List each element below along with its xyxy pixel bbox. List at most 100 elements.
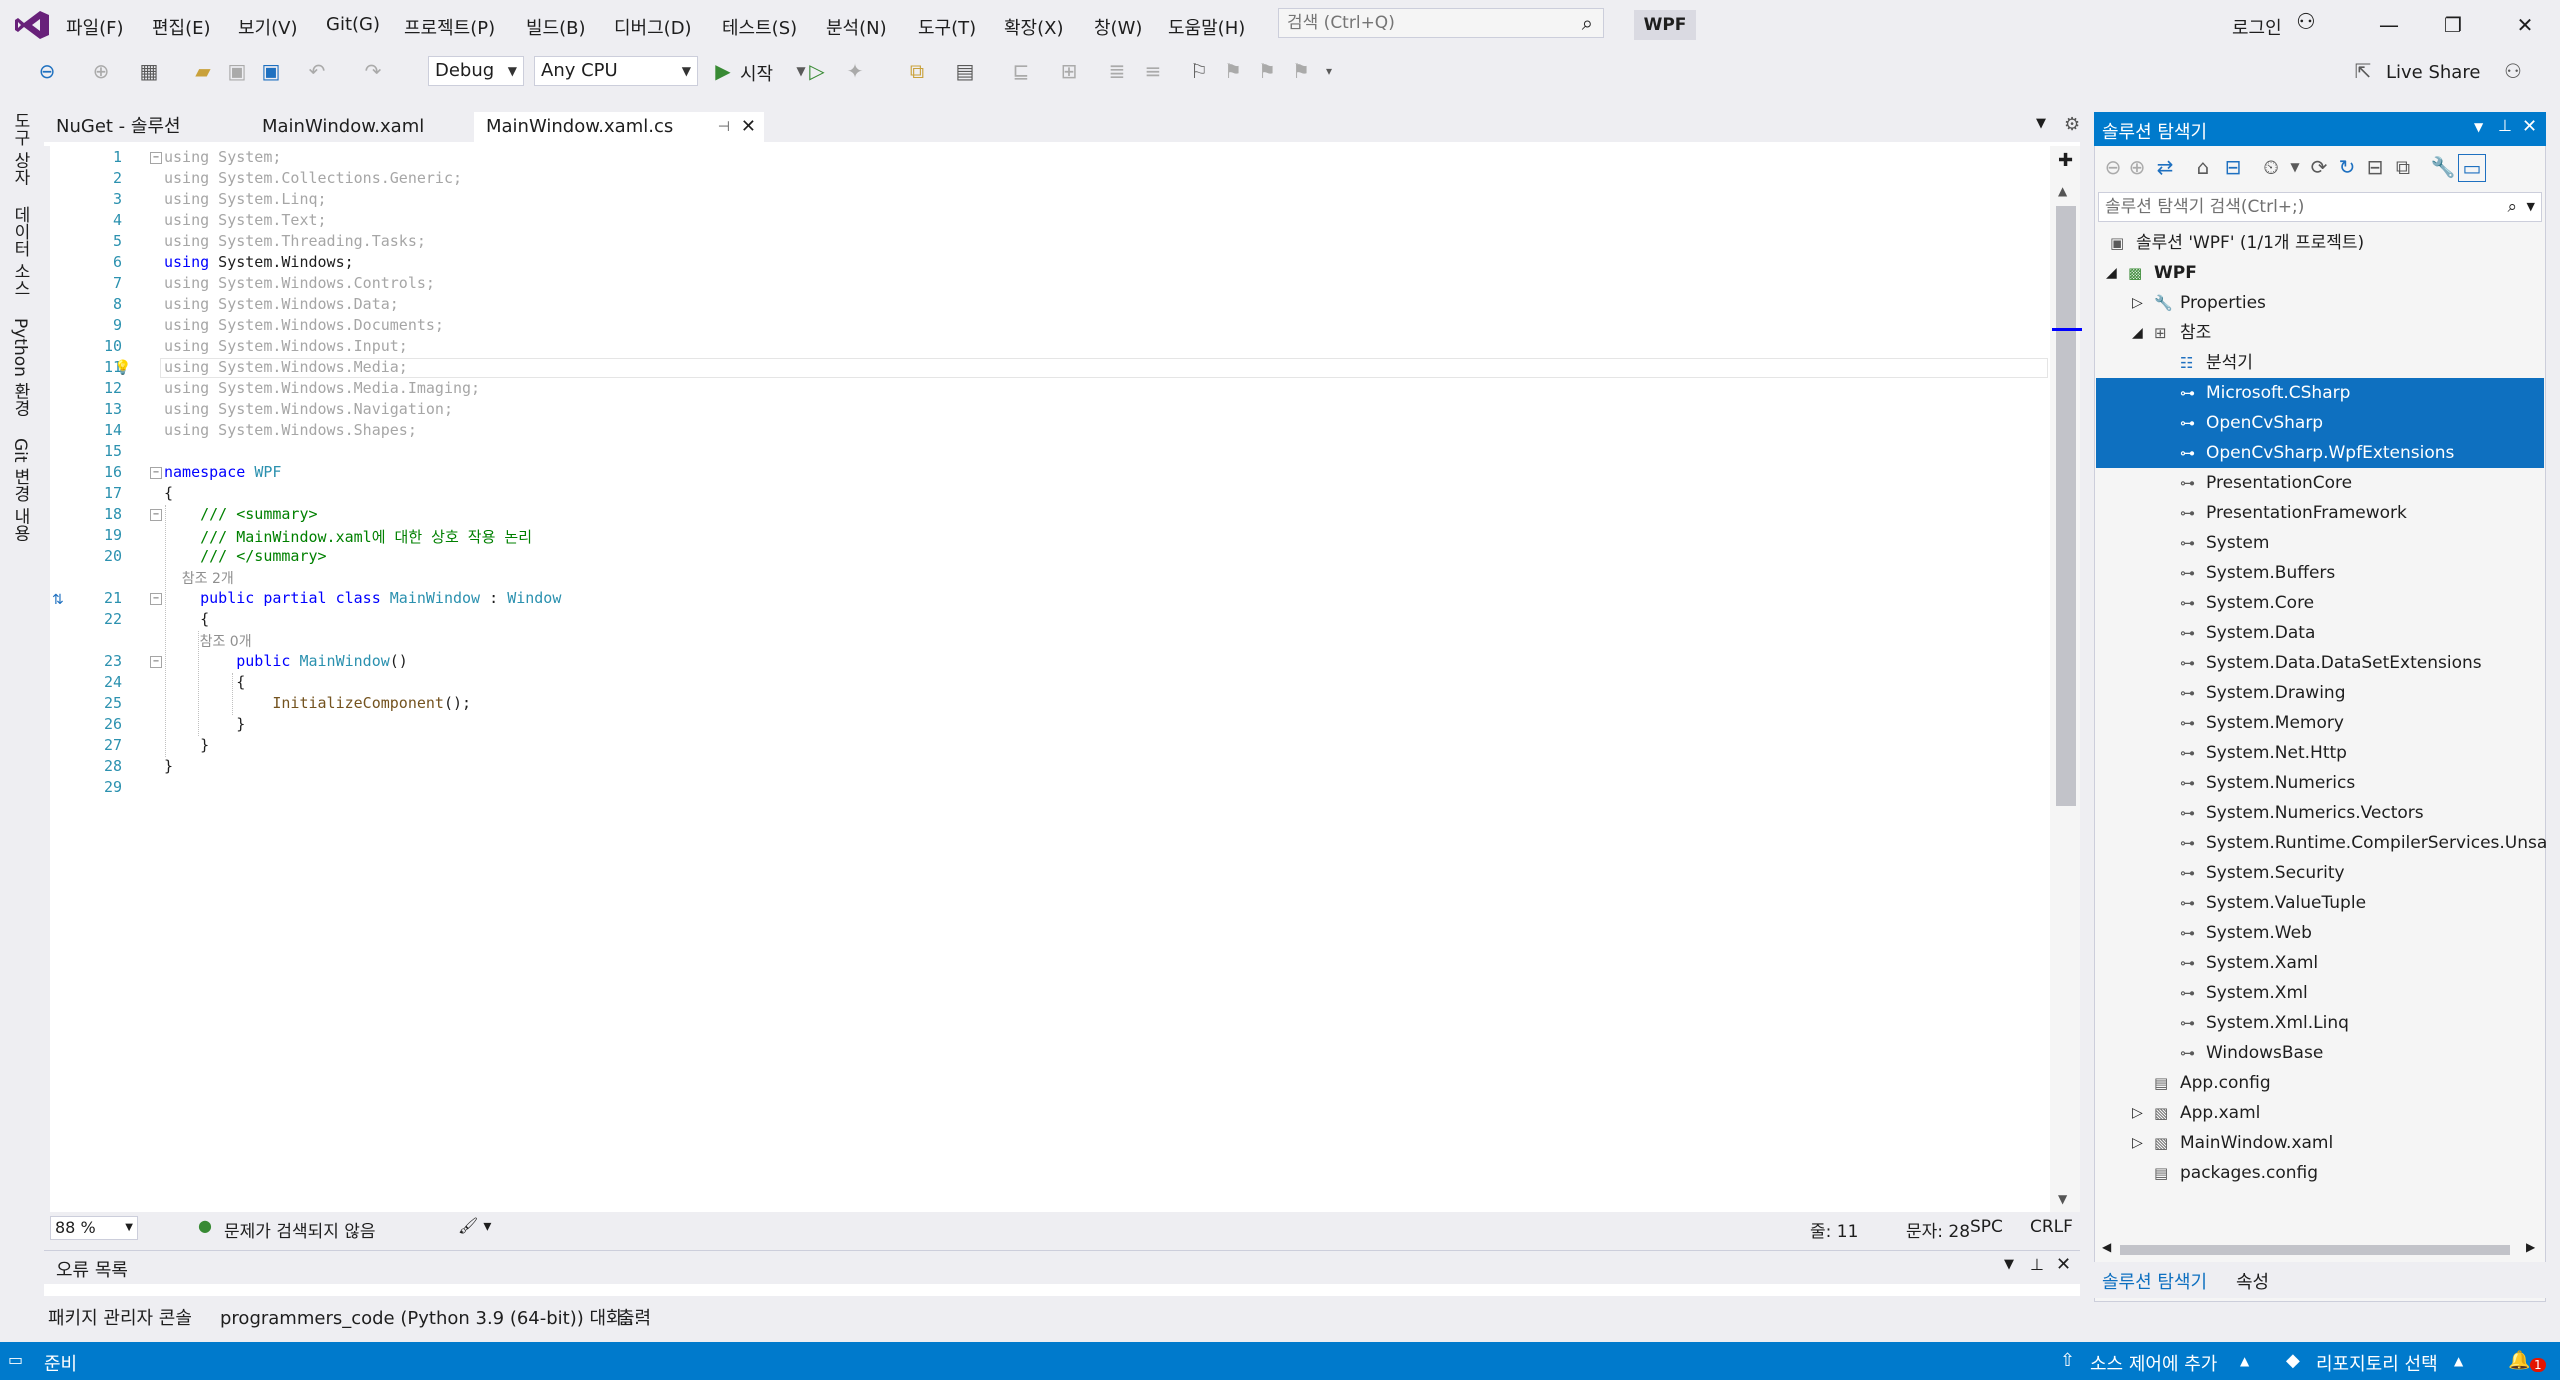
hot-reload-icon[interactable]: ✦ <box>842 58 868 84</box>
start-without-debugging-icon[interactable]: ▷ <box>804 58 830 84</box>
tree-item[interactable]: ⊶ System.Core <box>2096 588 2544 618</box>
menu-item[interactable]: 디버그(D) <box>614 14 692 40</box>
back-icon[interactable]: ⊖ <box>2100 154 2126 180</box>
collapse-arrow-icon[interactable]: ◢ <box>2132 318 2143 348</box>
implementation-glyph-icon[interactable]: ⇅ <box>52 592 64 608</box>
fold-toggle-icon[interactable]: − <box>150 152 162 164</box>
menu-item[interactable]: 분석(N) <box>826 14 887 40</box>
scroll-left-icon[interactable]: ◀ <box>2102 1240 2111 1254</box>
tree-item[interactable]: ⊶ OpenCvSharp <box>2096 408 2544 438</box>
lightbulb-icon[interactable]: 💡 <box>114 360 131 376</box>
pending-changes-filter-icon[interactable]: ⏲ <box>2258 154 2284 180</box>
preview-selected-icon[interactable]: ▭ <box>2458 154 2486 182</box>
tree-item[interactable]: ⊶ PresentationCore <box>2096 468 2544 498</box>
clear-bookmarks-icon[interactable]: ⚑ <box>1288 58 1314 84</box>
git-changes-tab[interactable]: Git 변경 내용 <box>8 438 33 541</box>
data-sources-tab[interactable]: 데이터 소스 <box>8 206 33 296</box>
collapse-arrow-icon[interactable]: ◢ <box>2106 258 2117 288</box>
tree-item[interactable]: ▣ 솔루션 'WPF' (1/1개 프로젝트) <box>2096 228 2544 258</box>
issues-status[interactable]: 문제가 검색되지 않음 <box>224 1217 376 1242</box>
layout-icon[interactable]: ▤ <box>952 58 978 84</box>
expand-arrow-icon[interactable]: ▷ <box>2132 288 2143 318</box>
chevron-down-icon[interactable]: ▼ <box>2527 193 2535 221</box>
fold-toggle-icon[interactable]: − <box>150 467 162 479</box>
settings-gear-icon[interactable]: ⚙ <box>2064 114 2080 135</box>
tree-item[interactable]: ⊶ System.Data.DataSetExtensions <box>2096 648 2544 678</box>
navigate-back-icon[interactable]: ⊖ <box>34 58 60 84</box>
menu-item[interactable]: 확장(X) <box>1004 14 1064 40</box>
menu-item[interactable]: 테스트(S) <box>722 14 797 40</box>
expand-arrow-icon[interactable]: ▷ <box>2132 1098 2143 1128</box>
whitespace-status[interactable]: SPC <box>1970 1217 2003 1237</box>
tree-item[interactable]: ⊶ System.Xml <box>2096 978 2544 1008</box>
forward-icon[interactable]: ⊕ <box>2124 154 2150 180</box>
code-cleanup-icon[interactable]: 🖌 ▾ <box>458 1216 491 1235</box>
tab-output[interactable]: 출력 <box>618 1304 651 1330</box>
search-input[interactable] <box>1279 9 1559 37</box>
toolbox-tab[interactable]: 도구 상자 <box>8 112 33 185</box>
redo-icon[interactable]: ↷ <box>360 58 386 84</box>
tree-item[interactable]: ⊶ System.Memory <box>2096 708 2544 738</box>
previous-bookmark-icon[interactable]: ⚑ <box>1220 58 1246 84</box>
fold-toggle-icon[interactable]: − <box>150 509 162 521</box>
bookmark-icon[interactable]: ⚐ <box>1186 58 1212 84</box>
switch-views-icon[interactable]: ⊟ <box>2220 154 2246 180</box>
next-bookmark-icon[interactable]: ⚑ <box>1254 58 1280 84</box>
tree-item[interactable]: ⊶ System.Web <box>2096 918 2544 948</box>
fold-toggle-icon[interactable]: − <box>150 593 162 605</box>
live-share-icon[interactable]: ⇱ <box>2350 58 2376 84</box>
solution-platform-dropdown[interactable]: Any CPU ▼ <box>534 56 698 86</box>
line-ending-status[interactable]: CRLF <box>2030 1217 2073 1237</box>
save-icon[interactable]: ▣ <box>224 58 250 84</box>
scroll-down-icon[interactable]: ▼ <box>2058 1192 2067 1206</box>
tab-list-dropdown-icon[interactable]: ▼ <box>2036 116 2046 131</box>
solution-explorer-horizontal-scrollbar[interactable]: ◀ ▶ <box>2098 1236 2542 1262</box>
tree-item[interactable]: ⊶ OpenCvSharp.WpfExtensions <box>2096 438 2544 468</box>
zoom-dropdown[interactable]: 88 % ▼ <box>50 1216 138 1240</box>
tab-package-manager-console[interactable]: 패키지 관리자 콘솔 <box>48 1304 192 1330</box>
menu-item[interactable]: 파일(F) <box>66 14 124 40</box>
tree-item[interactable]: ◢ ▩ WPF <box>2096 258 2544 288</box>
comment-icon[interactable]: ≣ <box>1104 58 1130 84</box>
tree-item[interactable]: ⊶ System <box>2096 528 2544 558</box>
tab-mainwindow-xaml[interactable]: MainWindow.xaml <box>250 112 436 142</box>
expand-arrow-icon[interactable]: ▷ <box>2132 1128 2143 1158</box>
tree-item[interactable]: ⊶ WindowsBase <box>2096 1038 2544 1068</box>
tab-properties[interactable]: 속성 <box>2236 1268 2269 1294</box>
menu-item[interactable]: Git(G) <box>326 14 380 35</box>
column-status[interactable]: 문자: 28 <box>1906 1217 1970 1242</box>
tree-item[interactable]: ⊶ System.Numerics.Vectors <box>2096 798 2544 828</box>
start-debugging-icon[interactable]: ▶ <box>710 58 736 84</box>
tab-nuget-solution[interactable]: NuGet - 솔루션 <box>44 112 193 142</box>
chevron-down-icon[interactable]: ▼ <box>2474 120 2483 134</box>
tree-item[interactable]: ⊶ System.Runtime.CompilerServices.Unsa <box>2096 828 2547 858</box>
tree-item[interactable]: ⊶ System.ValueTuple <box>2096 888 2544 918</box>
sync-icon[interactable]: ↻ <box>2334 154 2360 180</box>
pin-icon[interactable]: ⊥ <box>2498 116 2512 135</box>
menu-item[interactable]: 빌드(B) <box>526 14 586 40</box>
menu-item[interactable]: 창(W) <box>1094 14 1142 40</box>
login-link[interactable]: 로그인 <box>2232 14 2282 40</box>
tree-item[interactable]: ▤ packages.config <box>2096 1158 2544 1188</box>
tree-item[interactable]: ▷ ▧ App.xaml <box>2096 1098 2544 1128</box>
step-icon[interactable]: ⊑ <box>1008 58 1034 84</box>
tab-solution-explorer[interactable]: 솔루션 탐색기 <box>2102 1268 2207 1294</box>
menu-item[interactable]: 도움말(H) <box>1168 14 1245 40</box>
tree-item[interactable]: ⊶ System.Xaml <box>2096 948 2544 978</box>
minimize-button[interactable]: — <box>2364 8 2414 42</box>
browse-icon[interactable]: ⧉ <box>904 58 930 84</box>
close-tab-icon[interactable]: ✕ <box>741 112 756 142</box>
add-to-source-control-button[interactable]: 소스 제어에 추가 <box>2090 1350 2217 1376</box>
tab-python-interactive[interactable]: programmers_code (Python 3.9 (64-bit)) 대… <box>220 1304 640 1330</box>
close-button[interactable]: ✕ <box>2500 8 2550 42</box>
menu-item[interactable]: 편집(E) <box>152 14 211 40</box>
tree-item[interactable]: ⊶ PresentationFramework <box>2096 498 2544 528</box>
menu-item[interactable]: 도구(T) <box>918 14 976 40</box>
scroll-up-icon[interactable]: ▲ <box>2058 184 2067 198</box>
refresh-icon[interactable]: ⟳ <box>2306 154 2332 180</box>
scrollbar-thumb[interactable] <box>2056 206 2076 806</box>
restore-button[interactable]: ❐ <box>2428 8 2478 42</box>
preview-feedback-icon[interactable]: ⚇ <box>2500 58 2526 84</box>
fold-toggle-icon[interactable]: − <box>150 656 162 668</box>
toolbar-options-icon[interactable]: ▾ <box>1316 58 1342 84</box>
